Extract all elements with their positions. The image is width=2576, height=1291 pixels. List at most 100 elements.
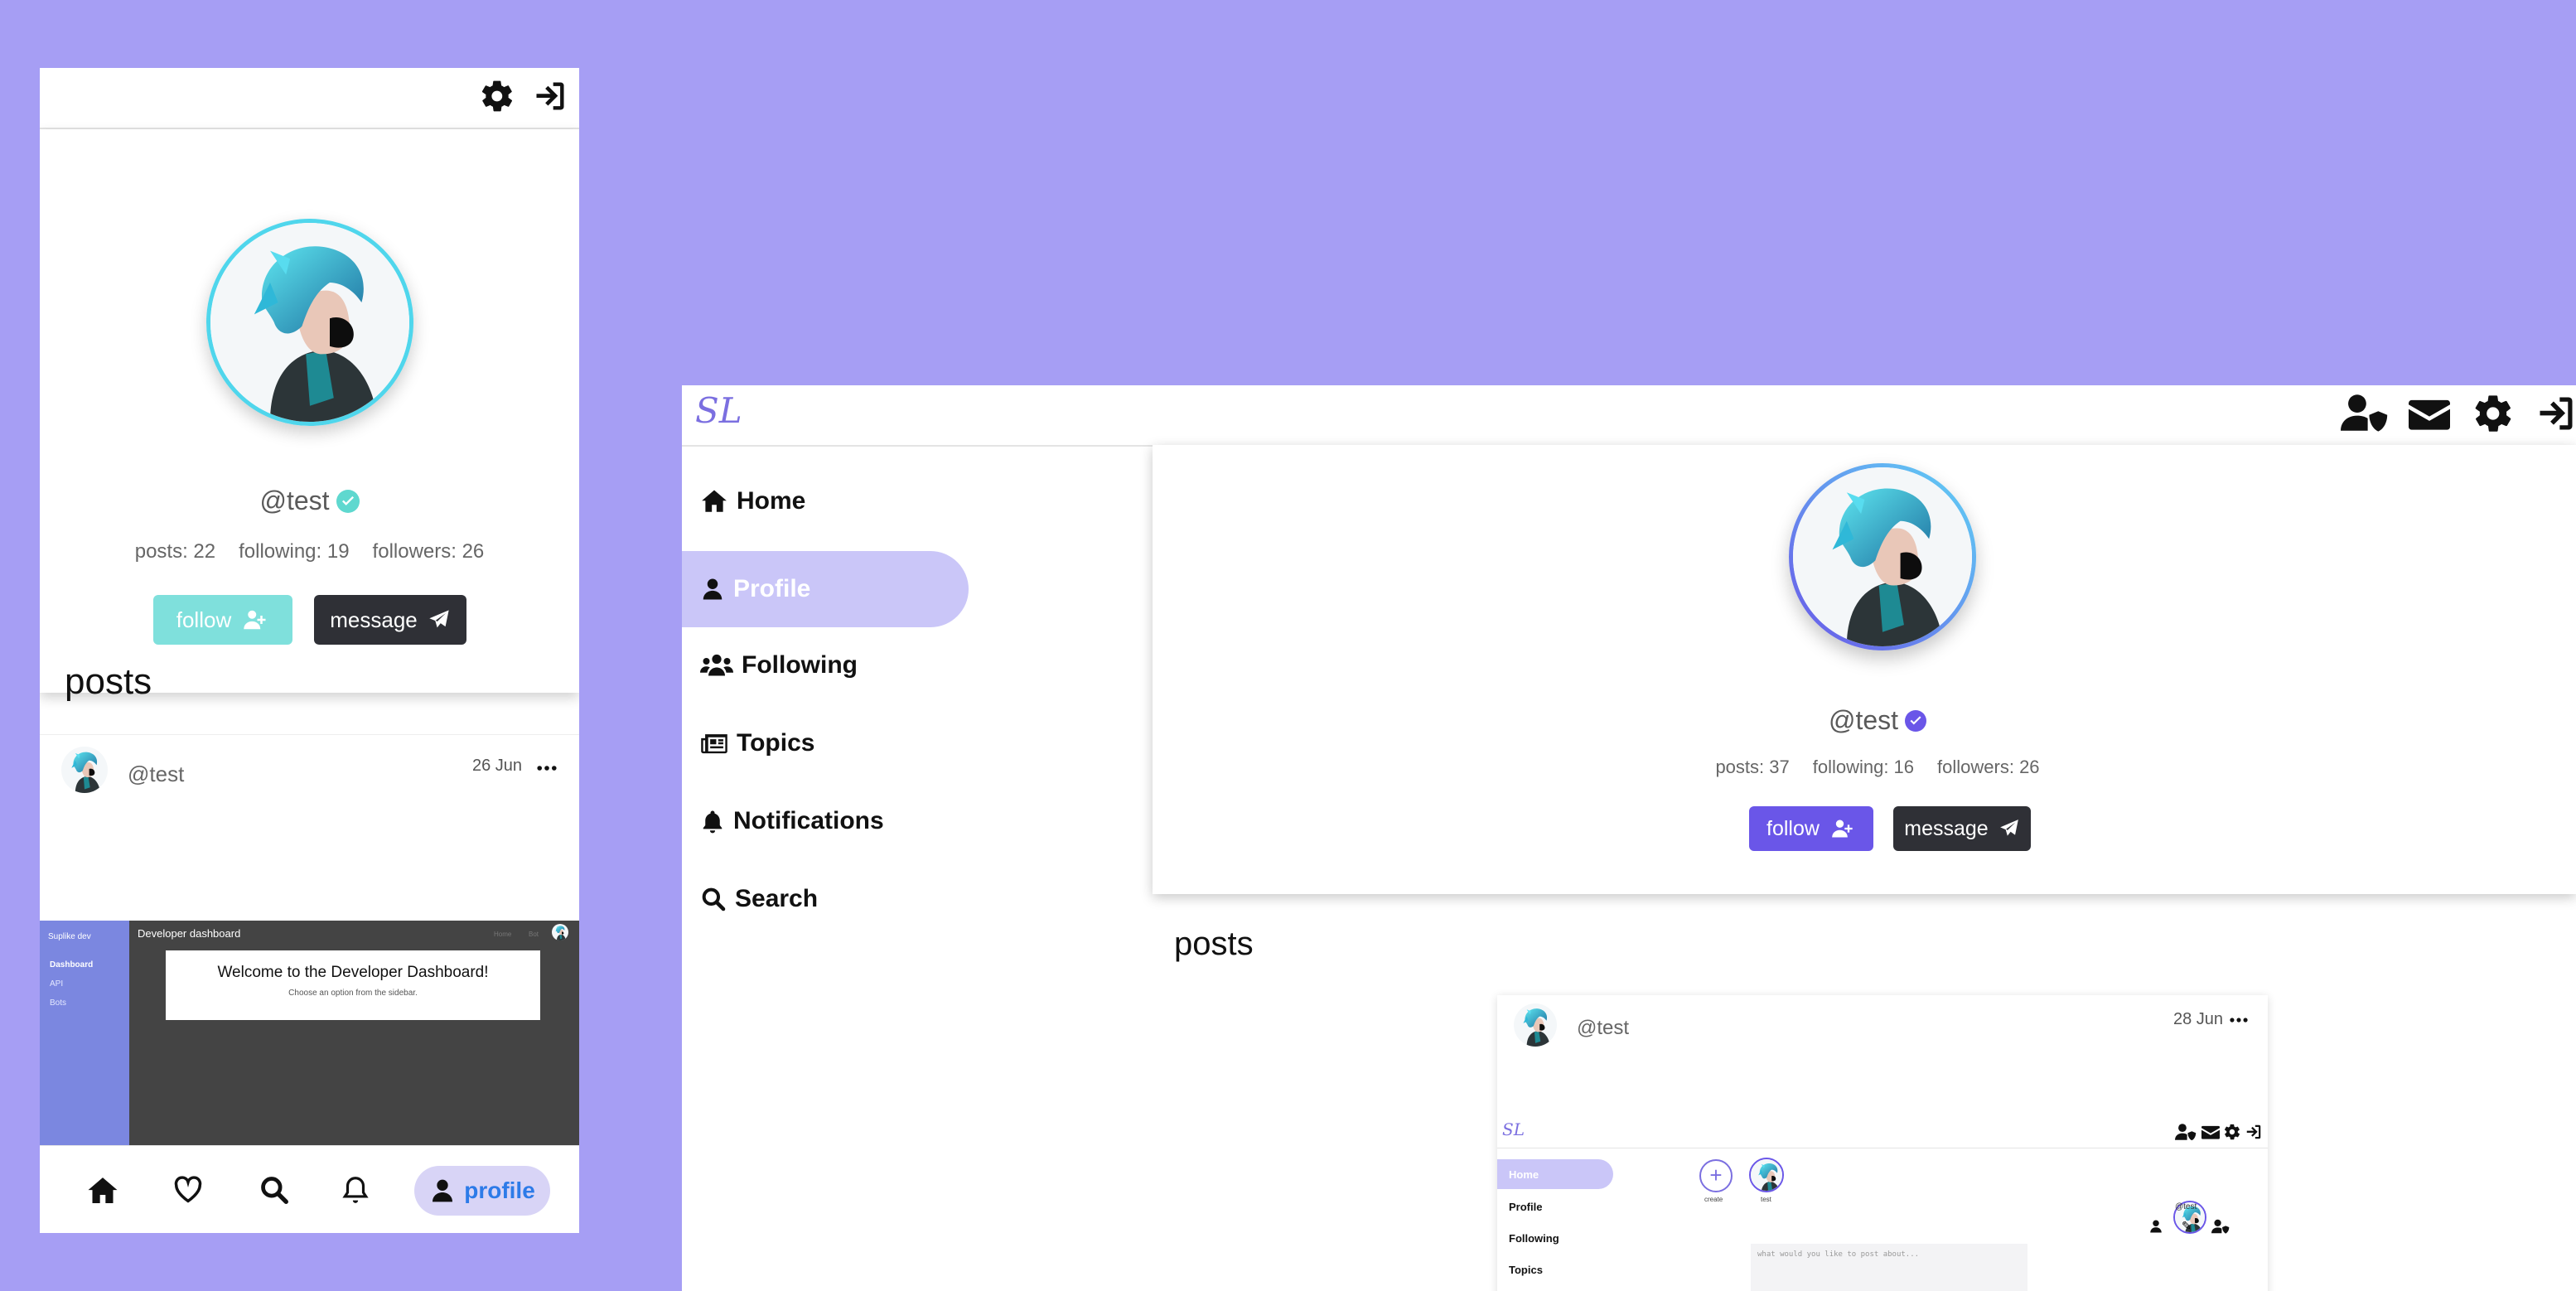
profile-stats: posts: 22 following: 19 followers: 26 (40, 540, 579, 563)
create-icon: + (1699, 1159, 1733, 1192)
heart-icon[interactable] (172, 1174, 204, 1206)
post-date: 26 Jun (472, 757, 523, 775)
follow-label: follow (1766, 816, 1820, 840)
follow-label: follow (176, 607, 232, 632)
sidebar-item-label: Profile (733, 575, 811, 602)
embedded-nav-home: Home (1497, 1159, 1613, 1189)
story-avatar (1749, 1158, 1784, 1192)
mobile-profile-view: @test posts: 22 following: 19 followers:… (40, 68, 579, 1233)
embedded-logo: SL (1502, 1119, 1525, 1139)
sidebar-nav: Home Profile Following Topics Notificati… (682, 468, 980, 965)
dev-nav-bots: Bots (50, 998, 67, 1008)
username-row: @test (40, 486, 579, 516)
sidebar-item-profile[interactable]: Profile (682, 551, 969, 627)
dev-header-home: Home (494, 931, 512, 938)
avatar[interactable] (206, 219, 413, 426)
posts-heading: posts (65, 661, 152, 702)
sidebar-item-label: Following (742, 651, 858, 679)
message-label: message (1904, 816, 1989, 840)
dev-nav-dashboard: Dashboard (50, 960, 94, 969)
follow-button[interactable]: follow (153, 595, 292, 645)
username: @test (1828, 705, 1899, 735)
sidebar-item-label: Notifications (733, 807, 884, 834)
embedded-nav-following: Following (1509, 1232, 1559, 1245)
dev-header-title: Developer dashboard (138, 927, 241, 940)
gear-icon[interactable] (2472, 392, 2515, 435)
posts-heading: posts (1174, 926, 1254, 962)
app-logo[interactable]: SL (695, 390, 742, 431)
dev-avatar (552, 924, 568, 940)
gear-icon[interactable] (479, 78, 515, 114)
user-plus-icon (241, 607, 269, 632)
search-icon (700, 886, 727, 912)
post-card: @test 26 Jun Suplike dev Dashboard API B… (40, 734, 579, 1166)
sign-in-icon[interactable] (2535, 392, 2576, 435)
dev-sidebar-title: Suplike dev (48, 932, 91, 941)
post-image[interactable]: SL Home Profile Following Topics + creat… (1497, 1119, 2268, 1291)
follow-button[interactable]: follow (1749, 806, 1873, 851)
dev-welcome-card: Welcome to the Developer Dashboard! Choo… (166, 950, 540, 1020)
profile-card: @test posts: 37 following: 16 followers:… (1153, 445, 2576, 894)
following-count[interactable]: following: 19 (239, 540, 349, 563)
post-author[interactable]: @test (1577, 1017, 1629, 1040)
embedded-user-shield-icon (2175, 1123, 2198, 1141)
embedded-sign-in-icon (2245, 1123, 2263, 1141)
users-icon (700, 653, 733, 678)
more-options-icon[interactable] (2230, 1017, 2248, 1023)
embedded-envelope-icon (2201, 1124, 2221, 1139)
sidebar-item-topics[interactable]: Topics (682, 710, 974, 776)
profile-tab[interactable]: profile (414, 1166, 550, 1216)
embedded-post-textarea: what would you like to post about... (1751, 1244, 2027, 1291)
message-button[interactable]: message (1893, 806, 2031, 851)
more-options-icon[interactable] (537, 765, 557, 771)
post-author-avatar[interactable] (1514, 1003, 1557, 1047)
sign-in-icon[interactable] (532, 78, 568, 114)
post-author[interactable]: @test (128, 762, 184, 787)
create-label: create (1704, 1196, 1723, 1203)
bell-icon (700, 809, 725, 834)
sidebar-item-search[interactable]: Search (682, 866, 974, 932)
user-shield-icon[interactable] (2341, 392, 2389, 435)
dev-sidebar: Suplike dev Dashboard API Bots (40, 921, 129, 1148)
profile-tab-label: profile (464, 1177, 535, 1203)
desktop-topbar: SL (682, 385, 2576, 447)
followers-count[interactable]: followers: 26 (373, 540, 485, 563)
dev-welcome-title: Welcome to the Developer Dashboard! (217, 964, 489, 981)
verified-icon (336, 489, 360, 513)
user-icon (429, 1177, 456, 1204)
user-icon (700, 577, 725, 602)
post-image[interactable]: Suplike dev Dashboard API Bots Developer… (40, 921, 579, 1148)
embedded-gear-icon (2223, 1123, 2241, 1141)
followers-count[interactable]: followers: 26 (1937, 757, 2040, 778)
username-row: @test (1153, 705, 2576, 736)
embedded-user-icon (2148, 1219, 2163, 1234)
mobile-topbar (40, 68, 579, 129)
newspaper-icon (700, 731, 728, 756)
search-icon[interactable] (259, 1174, 290, 1206)
desktop-profile-view: SL Home Profile Following Topics Notific… (682, 385, 2576, 1291)
posts-count: posts: 22 (134, 540, 216, 563)
sidebar-item-notifications[interactable]: Notifications (682, 788, 974, 854)
story-label: test (1761, 1196, 1771, 1203)
avatar[interactable] (1789, 463, 1976, 650)
envelope-icon[interactable] (2409, 397, 2453, 430)
following-count[interactable]: following: 16 (1813, 757, 1914, 778)
embedded-nav-topics: Topics (1509, 1264, 1543, 1276)
sidebar-item-following[interactable]: Following (682, 632, 974, 699)
post-date: 28 Jun (2173, 1010, 2224, 1028)
embedded-placeholder: what would you like to post about... (1757, 1250, 1920, 1259)
sidebar-item-home[interactable]: Home (682, 468, 974, 534)
message-label: message (330, 607, 418, 632)
username: @test (259, 486, 330, 515)
bell-icon[interactable] (340, 1174, 371, 1206)
post-card: @test 28 Jun SL Home Profile Following T… (1497, 995, 2268, 1291)
sidebar-item-label: Home (737, 487, 806, 515)
post-author-avatar[interactable] (61, 747, 108, 793)
embedded-nav-profile: Profile (1509, 1201, 1543, 1213)
message-button[interactable]: message (314, 595, 466, 645)
posts-count: posts: 37 (1715, 757, 1790, 777)
profile-stats: posts: 37 following: 16 followers: 26 (1153, 757, 2576, 778)
home-icon[interactable] (86, 1174, 119, 1207)
dev-header-bot: Bot (529, 931, 539, 938)
profile-card: @test posts: 22 following: 19 followers:… (40, 129, 579, 693)
